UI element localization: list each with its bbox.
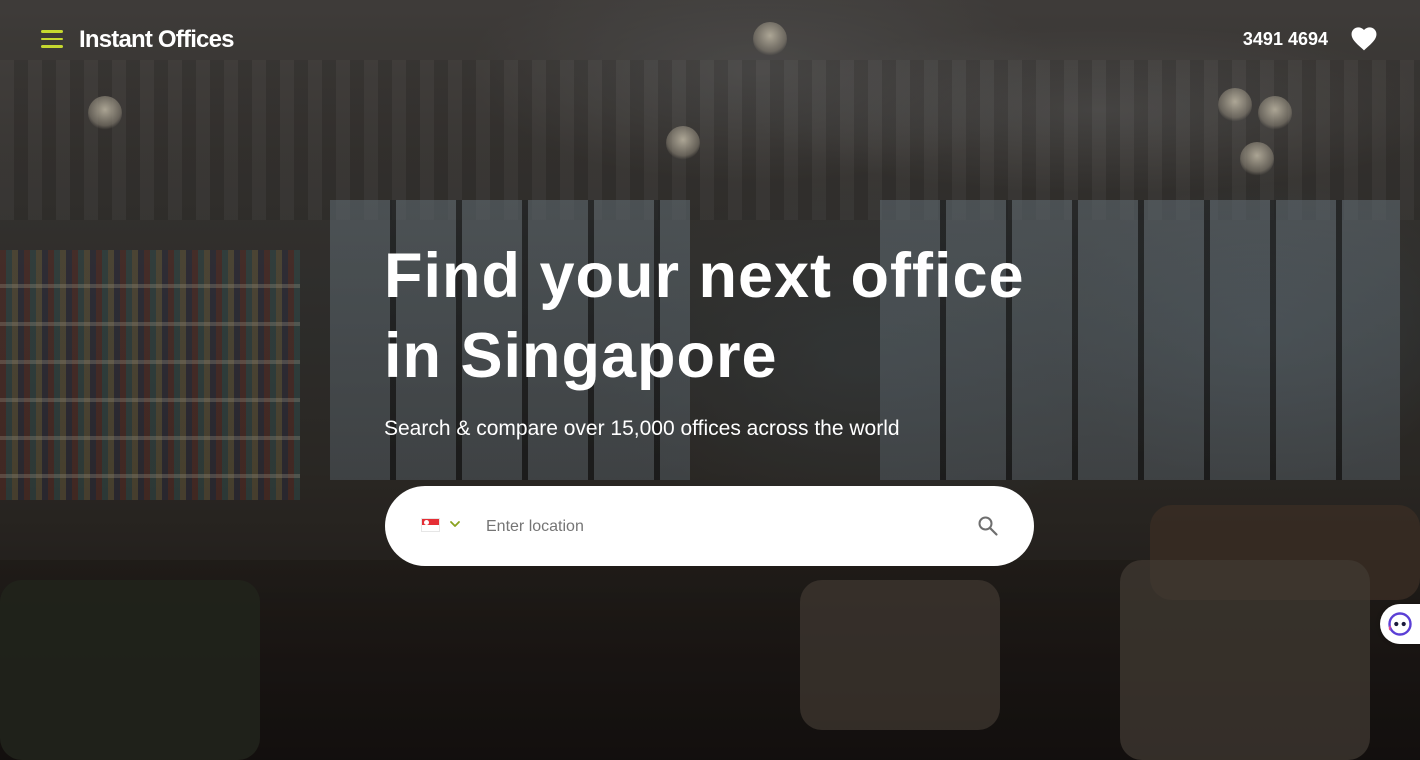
chevron-down-icon [450, 521, 460, 527]
site-logo[interactable]: Instant Offices [79, 26, 235, 54]
singapore-flag-icon [421, 518, 440, 532]
search-icon[interactable] [976, 514, 1000, 538]
chat-widget-button[interactable] [1380, 604, 1420, 644]
hamburger-menu-icon[interactable] [41, 30, 63, 48]
subheadline: Search & compare over 15,000 offices acr… [384, 417, 900, 440]
page-title: Find your next office in Singapore [384, 236, 1084, 396]
location-search-input[interactable] [484, 508, 958, 546]
site-header: Instant Offices 3491 4694 [0, 0, 1420, 80]
country-selector[interactable] [421, 516, 465, 536]
phone-number-link[interactable]: 3491 4694 [1243, 29, 1328, 50]
headline-line: in Singapore [384, 321, 778, 391]
heart-icon[interactable] [1351, 27, 1377, 51]
hero-section: Instant Offices 3491 4694 Find your next… [0, 0, 1420, 760]
location-search-bar [385, 486, 1034, 566]
chat-face-icon [1388, 612, 1412, 636]
headline-line: Find your next office [384, 241, 1025, 311]
